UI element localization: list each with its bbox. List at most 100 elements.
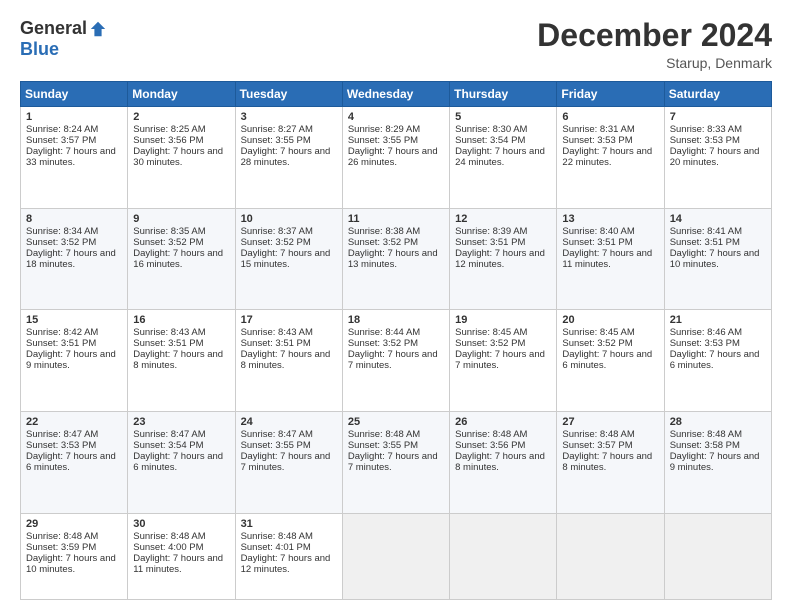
sunrise-text: Sunrise: 8:47 AM <box>26 429 98 440</box>
daylight-text: Daylight: 7 hours and 12 minutes. <box>455 248 545 270</box>
daylight-text: Daylight: 7 hours and 24 minutes. <box>455 146 545 168</box>
sunset-text: Sunset: 3:53 PM <box>562 135 632 146</box>
sunrise-text: Sunrise: 8:44 AM <box>348 327 420 338</box>
day-number: 12 <box>455 213 551 225</box>
col-thursday: Thursday <box>450 82 557 107</box>
daylight-text: Daylight: 7 hours and 26 minutes. <box>348 146 438 168</box>
daylight-text: Daylight: 7 hours and 20 minutes. <box>670 146 760 168</box>
daylight-text: Daylight: 7 hours and 18 minutes. <box>26 248 116 270</box>
daylight-text: Daylight: 7 hours and 11 minutes. <box>562 248 652 270</box>
daylight-text: Daylight: 7 hours and 13 minutes. <box>348 248 438 270</box>
day-number: 10 <box>241 213 337 225</box>
sunset-text: Sunset: 3:52 PM <box>133 237 203 248</box>
sunrise-text: Sunrise: 8:48 AM <box>26 531 98 542</box>
sunset-text: Sunset: 3:55 PM <box>241 440 311 451</box>
calendar-week-row: 1Sunrise: 8:24 AMSunset: 3:57 PMDaylight… <box>21 107 772 209</box>
sunset-text: Sunset: 3:52 PM <box>26 237 96 248</box>
day-number: 28 <box>670 416 766 428</box>
day-number: 25 <box>348 416 444 428</box>
sunrise-text: Sunrise: 8:48 AM <box>455 429 527 440</box>
sunset-text: Sunset: 3:51 PM <box>562 237 632 248</box>
table-row: 10Sunrise: 8:37 AMSunset: 3:52 PMDayligh… <box>235 208 342 310</box>
sunset-text: Sunset: 3:51 PM <box>26 338 96 349</box>
table-row: 26Sunrise: 8:48 AMSunset: 3:56 PMDayligh… <box>450 412 557 514</box>
sunset-text: Sunset: 3:59 PM <box>26 542 96 553</box>
day-number: 16 <box>133 314 229 326</box>
sunset-text: Sunset: 3:57 PM <box>26 135 96 146</box>
daylight-text: Daylight: 7 hours and 7 minutes. <box>348 349 438 371</box>
calendar-week-row: 15Sunrise: 8:42 AMSunset: 3:51 PMDayligh… <box>21 310 772 412</box>
daylight-text: Daylight: 7 hours and 7 minutes. <box>241 451 331 473</box>
calendar-table: Sunday Monday Tuesday Wednesday Thursday… <box>20 81 772 600</box>
day-number: 1 <box>26 111 122 123</box>
daylight-text: Daylight: 7 hours and 12 minutes. <box>241 553 331 575</box>
day-number: 8 <box>26 213 122 225</box>
sunset-text: Sunset: 3:51 PM <box>133 338 203 349</box>
table-row: 7Sunrise: 8:33 AMSunset: 3:53 PMDaylight… <box>664 107 771 209</box>
sunset-text: Sunset: 3:56 PM <box>133 135 203 146</box>
sunrise-text: Sunrise: 8:31 AM <box>562 124 634 135</box>
sunrise-text: Sunrise: 8:48 AM <box>670 429 742 440</box>
daylight-text: Daylight: 7 hours and 7 minutes. <box>348 451 438 473</box>
sunset-text: Sunset: 3:51 PM <box>241 338 311 349</box>
sunset-text: Sunset: 3:51 PM <box>670 237 740 248</box>
sunrise-text: Sunrise: 8:40 AM <box>562 226 634 237</box>
table-row: 18Sunrise: 8:44 AMSunset: 3:52 PMDayligh… <box>342 310 449 412</box>
sunset-text: Sunset: 3:57 PM <box>562 440 632 451</box>
sunrise-text: Sunrise: 8:29 AM <box>348 124 420 135</box>
logo-blue: Blue <box>20 39 59 59</box>
sunset-text: Sunset: 3:53 PM <box>670 135 740 146</box>
sunrise-text: Sunrise: 8:37 AM <box>241 226 313 237</box>
table-row: 19Sunrise: 8:45 AMSunset: 3:52 PMDayligh… <box>450 310 557 412</box>
table-row <box>664 513 771 599</box>
col-saturday: Saturday <box>664 82 771 107</box>
day-number: 18 <box>348 314 444 326</box>
sunset-text: Sunset: 3:52 PM <box>241 237 311 248</box>
table-row: 25Sunrise: 8:48 AMSunset: 3:55 PMDayligh… <box>342 412 449 514</box>
col-friday: Friday <box>557 82 664 107</box>
table-row: 15Sunrise: 8:42 AMSunset: 3:51 PMDayligh… <box>21 310 128 412</box>
daylight-text: Daylight: 7 hours and 10 minutes. <box>26 553 116 575</box>
day-number: 23 <box>133 416 229 428</box>
daylight-text: Daylight: 7 hours and 9 minutes. <box>26 349 116 371</box>
day-number: 26 <box>455 416 551 428</box>
day-number: 31 <box>241 518 337 530</box>
col-tuesday: Tuesday <box>235 82 342 107</box>
sunrise-text: Sunrise: 8:47 AM <box>241 429 313 440</box>
sunrise-text: Sunrise: 8:48 AM <box>241 531 313 542</box>
table-row <box>450 513 557 599</box>
daylight-text: Daylight: 7 hours and 30 minutes. <box>133 146 223 168</box>
day-number: 3 <box>241 111 337 123</box>
location: Starup, Denmark <box>537 55 772 71</box>
sunrise-text: Sunrise: 8:35 AM <box>133 226 205 237</box>
daylight-text: Daylight: 7 hours and 15 minutes. <box>241 248 331 270</box>
table-row: 21Sunrise: 8:46 AMSunset: 3:53 PMDayligh… <box>664 310 771 412</box>
logo-icon <box>89 20 107 38</box>
calendar-header-row: Sunday Monday Tuesday Wednesday Thursday… <box>21 82 772 107</box>
sunrise-text: Sunrise: 8:47 AM <box>133 429 205 440</box>
logo-general: General <box>20 18 87 39</box>
logo-text: General <box>20 18 107 39</box>
table-row: 1Sunrise: 8:24 AMSunset: 3:57 PMDaylight… <box>21 107 128 209</box>
daylight-text: Daylight: 7 hours and 6 minutes. <box>26 451 116 473</box>
sunset-text: Sunset: 3:55 PM <box>348 135 418 146</box>
sunset-text: Sunset: 3:55 PM <box>241 135 311 146</box>
daylight-text: Daylight: 7 hours and 16 minutes. <box>133 248 223 270</box>
day-number: 27 <box>562 416 658 428</box>
day-number: 24 <box>241 416 337 428</box>
day-number: 15 <box>26 314 122 326</box>
day-number: 19 <box>455 314 551 326</box>
table-row: 11Sunrise: 8:38 AMSunset: 3:52 PMDayligh… <box>342 208 449 310</box>
sunset-text: Sunset: 4:00 PM <box>133 542 203 553</box>
day-number: 6 <box>562 111 658 123</box>
sunrise-text: Sunrise: 8:38 AM <box>348 226 420 237</box>
day-number: 21 <box>670 314 766 326</box>
table-row: 29Sunrise: 8:48 AMSunset: 3:59 PMDayligh… <box>21 513 128 599</box>
daylight-text: Daylight: 7 hours and 8 minutes. <box>241 349 331 371</box>
table-row: 3Sunrise: 8:27 AMSunset: 3:55 PMDaylight… <box>235 107 342 209</box>
col-sunday: Sunday <box>21 82 128 107</box>
daylight-text: Daylight: 7 hours and 11 minutes. <box>133 553 223 575</box>
table-row: 20Sunrise: 8:45 AMSunset: 3:52 PMDayligh… <box>557 310 664 412</box>
sunset-text: Sunset: 3:58 PM <box>670 440 740 451</box>
col-wednesday: Wednesday <box>342 82 449 107</box>
